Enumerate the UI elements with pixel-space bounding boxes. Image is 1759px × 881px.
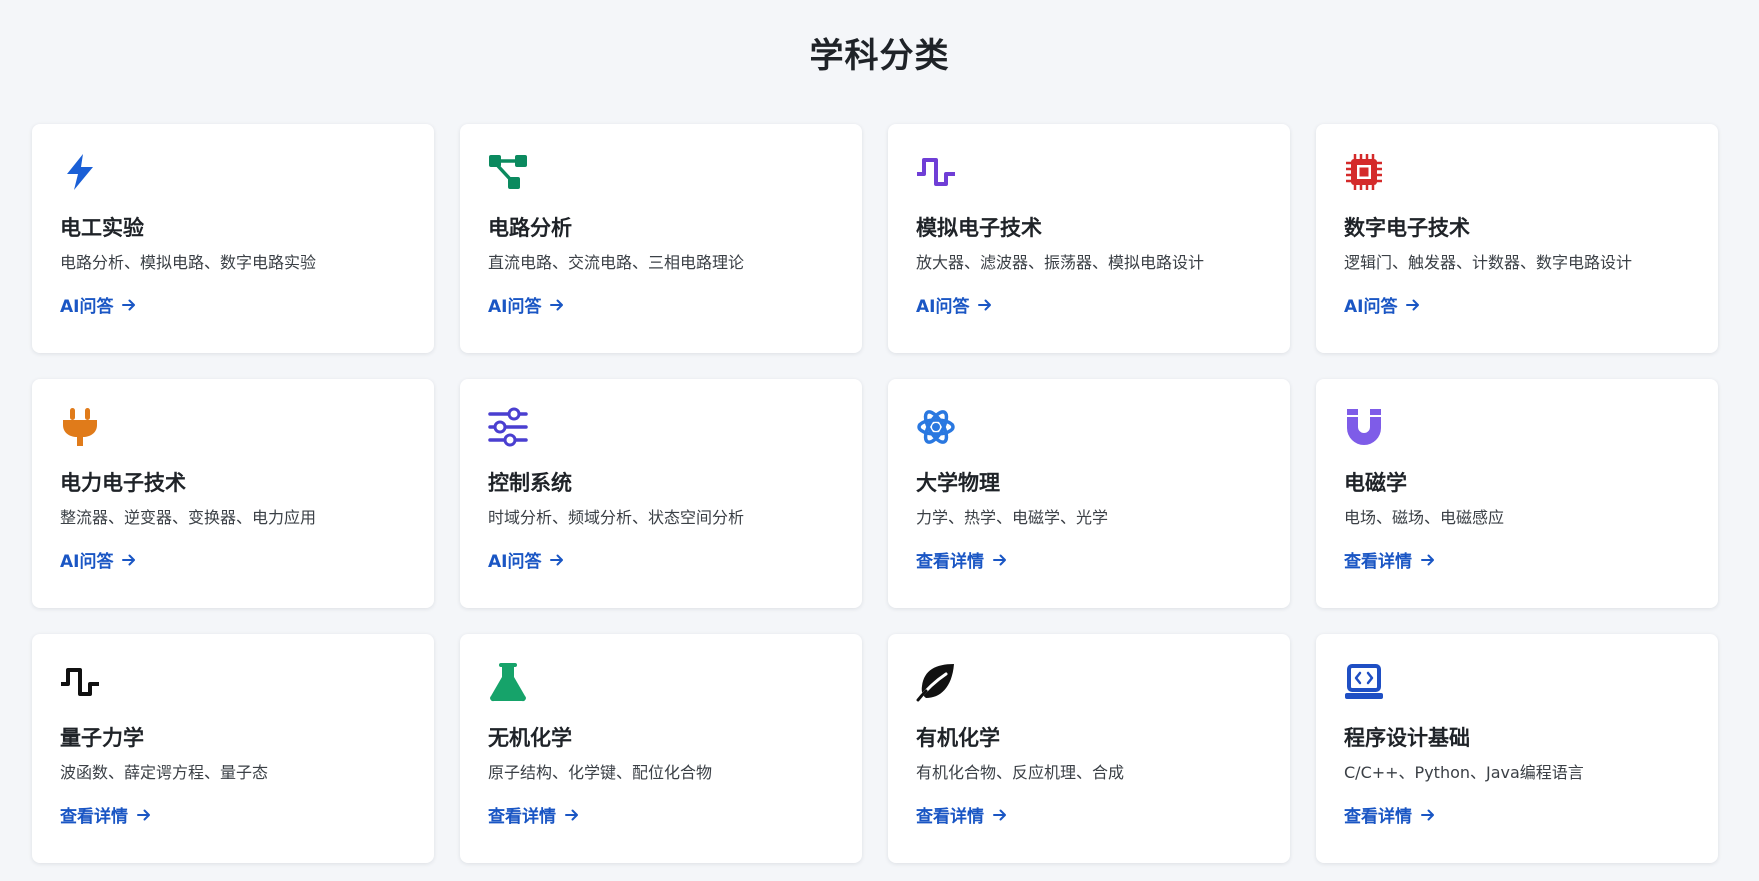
view-details-link[interactable]: 查看详情 (488, 802, 580, 827)
card-title: 程序设计基础 (1344, 726, 1470, 750)
subject-grid: 电工实验 电路分析、模拟电路、数字电路实验 AI问答 电路分析 直流电路、交流电… (32, 124, 1718, 863)
link-label: 查看详情 (488, 807, 556, 827)
subject-card-programming-fundamentals[interactable]: 程序设计基础 C/C++、Python、Java编程语言 查看详情 (1316, 634, 1718, 863)
lightning-icon (60, 152, 100, 192)
link-label: 查看详情 (1344, 552, 1412, 572)
ai-qa-link[interactable]: AI问答 (1344, 292, 1421, 317)
card-description: 电路分析、模拟电路、数字电路实验 (60, 253, 317, 272)
ai-qa-link[interactable]: AI问答 (488, 292, 565, 317)
page: 学科分类 电工实验 电路分析、模拟电路、数字电路实验 AI问答 电路分析 直流电… (0, 0, 1759, 881)
card-title: 有机化学 (916, 726, 1000, 750)
card-description: 逻辑门、触发器、计数器、数字电路设计 (1344, 253, 1633, 272)
flask-icon (488, 662, 528, 702)
card-description: 原子结构、化学键、配位化合物 (488, 763, 713, 782)
laptop-code-icon (1344, 662, 1384, 702)
subject-card-control-systems[interactable]: 控制系统 时域分析、频域分析、状态空间分析 AI问答 (460, 379, 862, 608)
link-label: AI问答 (1344, 297, 1398, 317)
link-label: AI问答 (60, 552, 114, 572)
link-label: AI问答 (488, 552, 542, 572)
ai-qa-link[interactable]: AI问答 (916, 292, 993, 317)
card-title: 电力电子技术 (60, 471, 186, 495)
arrow-right-icon (565, 809, 578, 820)
card-title: 电路分析 (488, 216, 572, 240)
link-label: 查看详情 (916, 807, 984, 827)
arrow-right-icon (1421, 554, 1434, 565)
link-label: AI问答 (916, 297, 970, 317)
card-title: 数字电子技术 (1344, 216, 1470, 240)
card-description: C/C++、Python、Java编程语言 (1344, 763, 1584, 782)
quantum-wave-icon (60, 662, 100, 702)
subject-card-electromagnetism[interactable]: 电磁学 电场、磁场、电磁感应 查看详情 (1316, 379, 1718, 608)
chip-icon (1344, 152, 1384, 192)
card-title: 大学物理 (916, 471, 1000, 495)
card-title: 电工实验 (60, 216, 144, 240)
subject-card-electrical-lab[interactable]: 电工实验 电路分析、模拟电路、数字电路实验 AI问答 (32, 124, 434, 353)
arrow-right-icon (1406, 299, 1420, 310)
subject-card-university-physics[interactable]: 大学物理 力学、热学、电磁学、光学 查看详情 (888, 379, 1290, 608)
view-details-link[interactable]: 查看详情 (1344, 802, 1436, 827)
card-description: 力学、热学、电磁学、光学 (916, 508, 1109, 527)
card-title: 无机化学 (488, 726, 572, 750)
subject-card-power-electronics[interactable]: 电力电子技术 整流器、逆变器、变换器、电力应用 AI问答 (32, 379, 434, 608)
card-description: 电场、磁场、电磁感应 (1344, 508, 1505, 527)
ai-qa-link[interactable]: AI问答 (60, 547, 137, 572)
card-description: 波函数、薛定谔方程、量子态 (60, 763, 269, 782)
subject-card-digital-electronics[interactable]: 数字电子技术 逻辑门、触发器、计数器、数字电路设计 AI问答 (1316, 124, 1718, 353)
card-title: 电磁学 (1344, 471, 1407, 495)
card-title: 模拟电子技术 (916, 216, 1042, 240)
subject-card-organic-chemistry[interactable]: 有机化学 有机化合物、反应机理、合成 查看详情 (888, 634, 1290, 863)
plug-icon (60, 407, 100, 447)
circuit-icon (488, 152, 528, 192)
view-details-link[interactable]: 查看详情 (916, 547, 1008, 572)
leaf-icon (916, 662, 956, 702)
subject-card-inorganic-chemistry[interactable]: 无机化学 原子结构、化学键、配位化合物 查看详情 (460, 634, 862, 863)
view-details-link[interactable]: 查看详情 (60, 802, 152, 827)
ai-qa-link[interactable]: AI问答 (488, 547, 565, 572)
subject-card-quantum-mechanics[interactable]: 量子力学 波函数、薛定谔方程、量子态 查看详情 (32, 634, 434, 863)
arrow-right-icon (550, 299, 564, 310)
link-label: 查看详情 (60, 807, 128, 827)
arrow-right-icon (993, 554, 1006, 565)
card-title: 量子力学 (60, 726, 144, 750)
view-details-link[interactable]: 查看详情 (916, 802, 1008, 827)
link-label: 查看详情 (1344, 807, 1412, 827)
card-description: 放大器、滤波器、振荡器、模拟电路设计 (916, 253, 1205, 272)
subject-card-analog-electronics[interactable]: 模拟电子技术 放大器、滤波器、振荡器、模拟电路设计 AI问答 (888, 124, 1290, 353)
link-label: 查看详情 (916, 552, 984, 572)
link-label: AI问答 (488, 297, 542, 317)
magnet-icon (1344, 407, 1384, 447)
card-title: 控制系统 (488, 471, 572, 495)
arrow-right-icon (122, 554, 136, 565)
ai-qa-link[interactable]: AI问答 (60, 292, 137, 317)
arrow-right-icon (137, 809, 150, 820)
arrow-right-icon (550, 554, 564, 565)
link-label: AI问答 (60, 297, 114, 317)
arrow-right-icon (1421, 809, 1434, 820)
analog-wave-icon (916, 152, 956, 192)
card-description: 直流电路、交流电路、三相电路理论 (488, 253, 745, 272)
card-description: 时域分析、频域分析、状态空间分析 (488, 508, 745, 527)
arrow-right-icon (993, 809, 1006, 820)
sliders-icon (488, 407, 528, 447)
arrow-right-icon (978, 299, 992, 310)
page-title: 学科分类 (809, 36, 950, 76)
arrow-right-icon (122, 299, 136, 310)
card-description: 整流器、逆变器、变换器、电力应用 (60, 508, 317, 527)
view-details-link[interactable]: 查看详情 (1344, 547, 1436, 572)
atom-icon (916, 407, 956, 447)
card-description: 有机化合物、反应机理、合成 (916, 763, 1125, 782)
subject-card-circuit-analysis[interactable]: 电路分析 直流电路、交流电路、三相电路理论 AI问答 (460, 124, 862, 353)
